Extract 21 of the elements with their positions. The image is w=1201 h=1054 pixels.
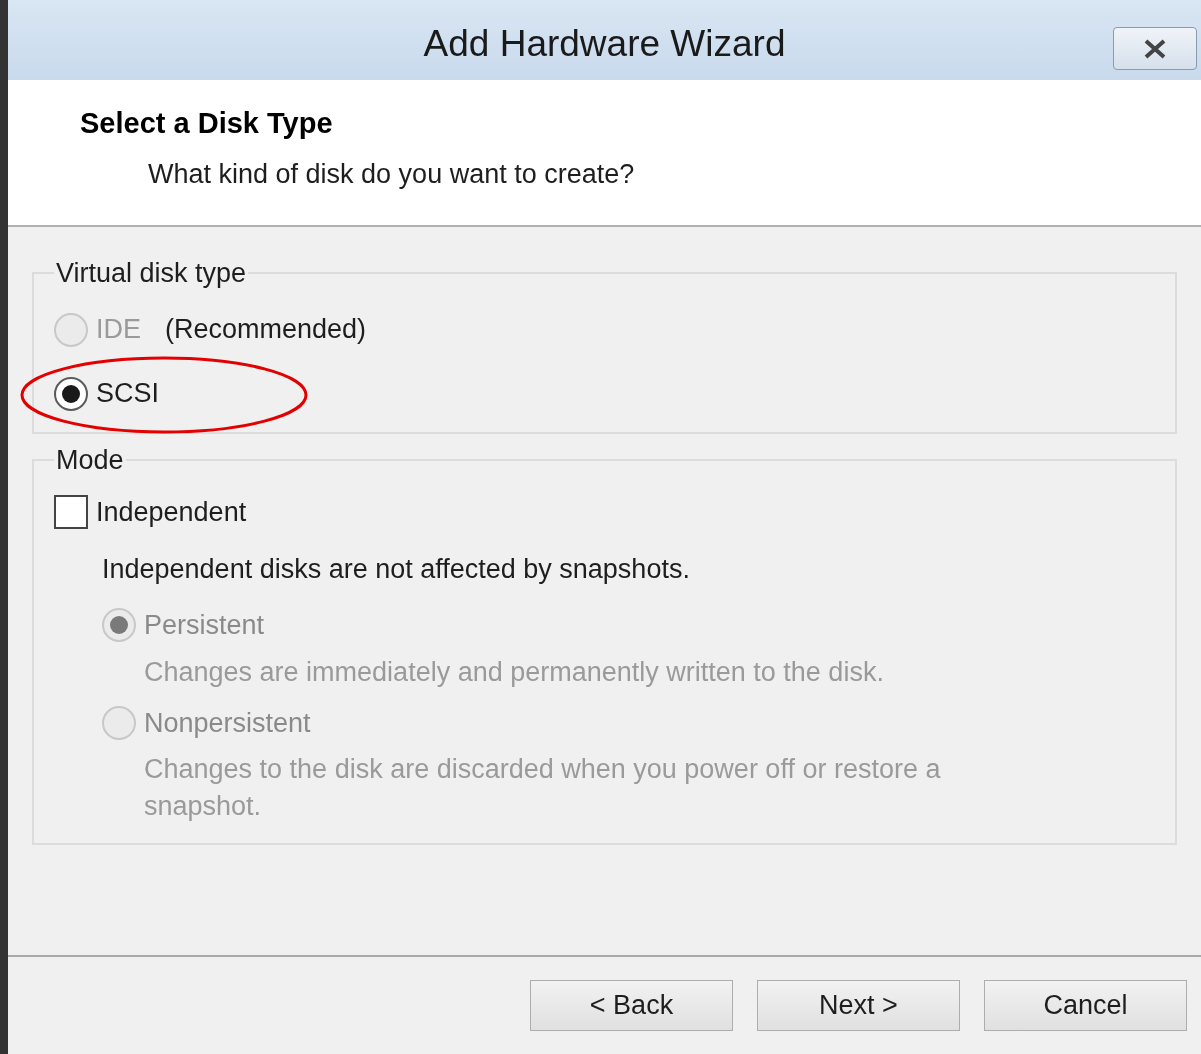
dialog-button[interactable]: Cancel [984, 980, 1187, 1031]
checkbox[interactable] [54, 495, 88, 530]
dialog-button[interactable]: < Back [530, 980, 733, 1031]
option-label: Nonpersistent [144, 706, 311, 740]
page-title: Select a Disk Type [80, 106, 334, 141]
window-title: Add Hardware Wizard [422, 22, 787, 67]
option-note: (Recommended) [165, 313, 367, 347]
page-subtitle: What kind of disk do you want to create? [147, 157, 636, 191]
option-description: Changes to the disk are discarded when you power off or restore a snapshot. [143, 753, 942, 823]
group-legend: Virtual disk type [54, 253, 249, 294]
option-label: IDE [96, 313, 141, 347]
mode-info: Independent disks are not affected by snapshots. [101, 552, 691, 586]
close-icon [1142, 37, 1168, 60]
option-description: Changes are immediately and permanently written to the disk. [143, 655, 885, 689]
option-label: SCSI [96, 377, 160, 411]
radio-button[interactable] [54, 376, 88, 411]
checkbox-label: Independent [96, 496, 247, 529]
group-legend: Mode [54, 439, 126, 480]
close-button[interactable] [1113, 27, 1197, 70]
option-label: Persistent [144, 609, 265, 642]
dialog-button[interactable]: Next > [757, 980, 960, 1031]
